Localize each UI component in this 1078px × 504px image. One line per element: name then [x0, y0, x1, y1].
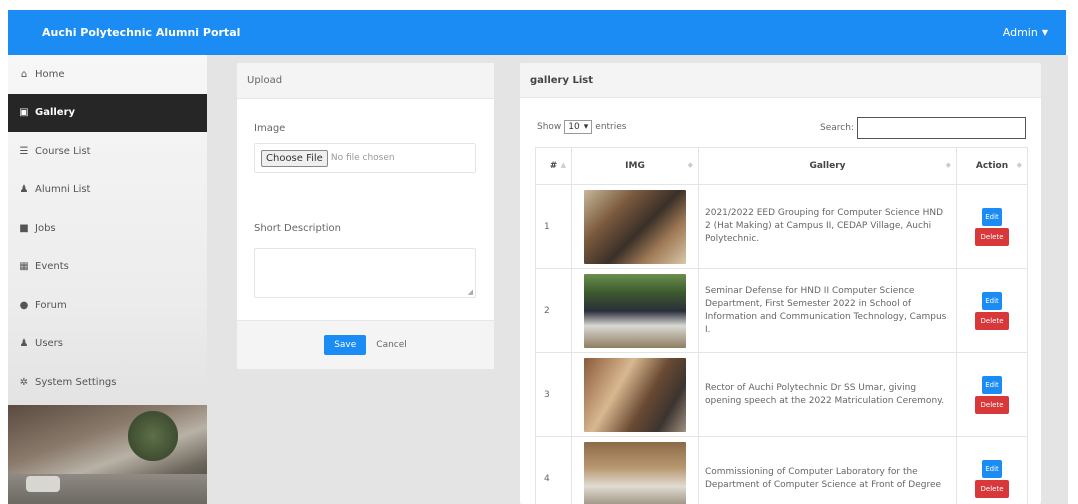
delete-button[interactable]: Delete [975, 395, 1009, 414]
sidebar: ⌂ Home ▣ Gallery ☰ Course List ♟ Alumni … [8, 55, 207, 504]
edit-button[interactable]: Edit [982, 375, 1002, 394]
row-number: 2 [535, 268, 572, 353]
column-header-action[interactable]: Action ◆ [956, 147, 1028, 185]
gallery-table: # ▲ IMG ◆ Gallery ◆ Action ◆ 1 2021/2022 EED… [535, 147, 1028, 504]
gallery-list-card: gallery List Show 10 ▾ entries Search: #… [520, 63, 1041, 504]
gallery-description: Commissioning of Computer Laboratory for… [698, 436, 957, 504]
sidebar-item-home[interactable]: ⌂ Home [8, 55, 207, 94]
upload-card-title: Upload [237, 63, 494, 99]
resize-grip-icon[interactable]: ◢ [468, 288, 473, 296]
upload-card-footer: Save Cancel [237, 320, 494, 369]
sidebar-item-label: Course List [35, 145, 91, 157]
table-search: Search: [820, 117, 1026, 139]
cancel-button[interactable]: Cancel [376, 340, 407, 350]
table-row: 4 Commissioning of Computer Laboratory f… [535, 436, 1028, 504]
show-label: Show [537, 122, 562, 132]
table-row: 1 2021/2022 EED Grouping for Computer Sc… [535, 184, 1028, 269]
gallery-thumbnail [584, 357, 686, 432]
users-icon: ♟ [19, 184, 29, 196]
gallery-list-title: gallery List [520, 63, 1041, 98]
sort-icon: ◆ [687, 161, 693, 169]
gears-icon: ✲ [19, 376, 29, 388]
sidebar-item-jobs[interactable]: ■ Jobs [8, 209, 207, 248]
row-number: 4 [535, 436, 572, 504]
upload-card: Upload Image Choose File No file chosen … [237, 63, 494, 369]
description-textarea[interactable]: ◢ [254, 248, 476, 298]
comments-icon: ● [19, 299, 29, 311]
sidebar-item-system-settings[interactable]: ✲ System Settings [8, 363, 207, 402]
briefcase-icon: ■ [19, 222, 29, 234]
gallery-thumbnail [584, 441, 686, 504]
delete-button[interactable]: Delete [975, 479, 1009, 498]
list-icon: ☰ [19, 145, 29, 157]
table-row: 2 Seminar Defense for HND II Computer Sc… [535, 268, 1028, 353]
sidebar-item-gallery[interactable]: ▣ Gallery [8, 93, 207, 132]
gallery-description: Seminar Defense for HND II Computer Scie… [698, 268, 957, 353]
gallery-description: 2021/2022 EED Grouping for Computer Scie… [698, 184, 957, 269]
entries-label: entries [595, 122, 627, 132]
sidebar-item-users[interactable]: ♟ Users [8, 325, 207, 364]
gallery-thumbnail [584, 189, 686, 264]
column-header-number[interactable]: # ▲ [535, 147, 572, 185]
sidebar-item-forum[interactable]: ● Forum [8, 286, 207, 325]
caret-down-icon: ▼ [1041, 28, 1048, 37]
sidebar-item-alumni-list[interactable]: ♟ Alumni List [8, 171, 207, 210]
edit-button[interactable]: Edit [982, 459, 1002, 478]
table-header-row: # ▲ IMG ◆ Gallery ◆ Action ◆ [535, 147, 1028, 185]
select-caret-icon: ▾ [583, 122, 589, 132]
sidebar-item-course-list[interactable]: ☰ Course List [8, 132, 207, 171]
image-file-input[interactable]: Choose File No file chosen [254, 143, 476, 173]
brand-title[interactable]: Auchi Polytechnic Alumni Portal [42, 26, 240, 39]
sidebar-item-label: Events [35, 261, 69, 273]
sidebar-item-label: System Settings [35, 376, 117, 388]
users-icon: ♟ [19, 338, 29, 350]
sidebar-item-label: Forum [35, 299, 67, 311]
save-button[interactable]: Save [324, 335, 367, 355]
admin-menu[interactable]: Admin ▼ [1003, 26, 1048, 39]
sidebar-item-label: Alumni List [35, 184, 91, 196]
choose-file-button[interactable]: Choose File [261, 149, 328, 167]
sidebar-item-events[interactable]: ▦ Events [8, 248, 207, 287]
delete-button[interactable]: Delete [975, 227, 1009, 246]
edit-button[interactable]: Edit [982, 207, 1002, 226]
column-header-img[interactable]: IMG ◆ [571, 147, 699, 185]
image-label: Image [254, 123, 286, 134]
column-header-gallery[interactable]: Gallery ◆ [698, 147, 957, 185]
search-label: Search: [820, 123, 854, 133]
row-number: 1 [535, 184, 572, 269]
home-icon: ⌂ [20, 68, 28, 80]
sidebar-background-photo [8, 405, 207, 504]
sidebar-item-label: Gallery [35, 107, 76, 119]
table-row: 3 Rector of Auchi Polytechnic Dr SS Umar… [535, 352, 1028, 437]
gallery-icon: ▣ [19, 107, 29, 119]
admin-label: Admin [1002, 26, 1038, 39]
gallery-thumbnail [584, 273, 686, 348]
entries-value: 10 [568, 122, 580, 132]
sort-icon: ▲ [560, 161, 566, 169]
row-number: 3 [535, 352, 572, 437]
search-input[interactable] [856, 117, 1026, 139]
calendar-icon: ▦ [19, 261, 29, 273]
sort-icon: ◆ [1016, 161, 1022, 169]
sidebar-item-label: Jobs [35, 222, 56, 234]
top-navbar: Auchi Polytechnic Alumni Portal Admin ▼ [8, 10, 1066, 55]
delete-button[interactable]: Delete [975, 311, 1009, 330]
file-status: No file chosen [330, 153, 395, 163]
gallery-description: Rector of Auchi Polytechnic Dr SS Umar, … [698, 352, 957, 437]
entries-select[interactable]: 10 ▾ [564, 120, 593, 134]
entries-length-control: Show 10 ▾ entries [537, 120, 626, 134]
edit-button[interactable]: Edit [982, 291, 1002, 310]
description-label: Short Description [254, 223, 341, 234]
sidebar-item-label: Users [35, 338, 64, 350]
main-content: Upload Image Choose File No file chosen … [207, 55, 1068, 504]
sidebar-item-label: Home [35, 68, 65, 80]
sort-icon: ◆ [945, 161, 951, 169]
